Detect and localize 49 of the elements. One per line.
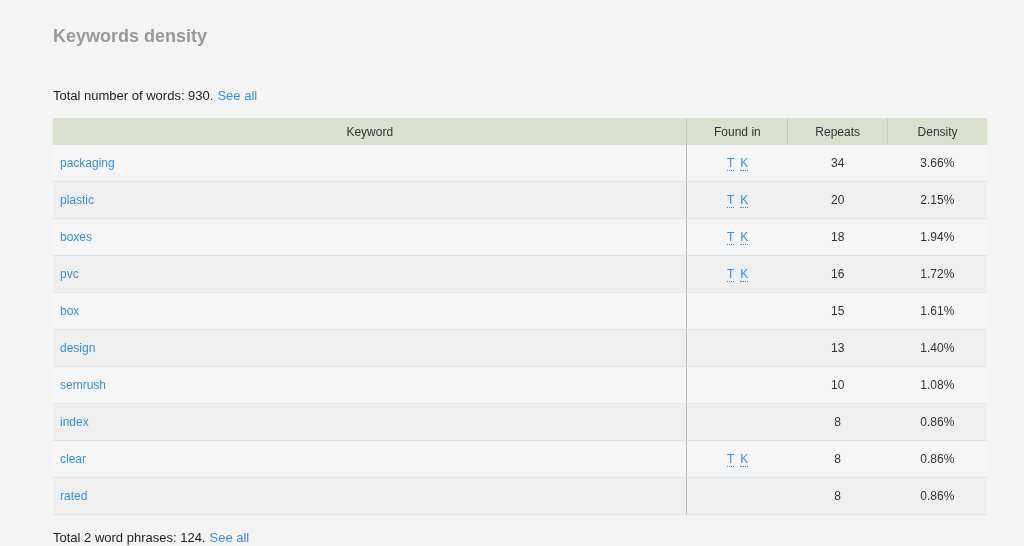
found-in-link[interactable]: K	[740, 267, 749, 282]
table-cell: 18	[787, 218, 888, 256]
table-cell: 1.72%	[887, 255, 987, 293]
word-count-text: Total number of words: 930.	[53, 88, 214, 103]
keyword-link[interactable]: packaging	[60, 156, 115, 170]
found-in-link[interactable]: T	[726, 193, 735, 208]
table-cell: 34	[787, 145, 888, 182]
keyword-link[interactable]: clear	[60, 452, 86, 466]
section-title: Keywords density	[53, 26, 209, 46]
table-cell: 20	[787, 181, 888, 219]
table-cell: 8	[787, 403, 888, 441]
table-cell: 8	[787, 440, 888, 478]
table-cell: 15	[787, 292, 888, 330]
table-cell: 1.94%	[887, 218, 987, 256]
keyword-link[interactable]: pvc	[60, 267, 79, 281]
column-header: Keyword	[53, 118, 687, 145]
table-cell: 0.86%	[887, 403, 987, 441]
phrase-count-text: Total 2 word phrases: 124.	[53, 530, 206, 545]
keyword-link[interactable]: plastic	[60, 193, 94, 207]
keyword-link[interactable]: boxes	[60, 230, 93, 244]
table-cell: 8	[787, 477, 888, 515]
column-header: Repeats	[787, 118, 888, 145]
table-cell: 16	[787, 255, 888, 293]
table-cell: 1.61%	[887, 292, 987, 330]
table-cell: 0.86%	[887, 440, 987, 478]
found-in-link[interactable]: K	[740, 452, 749, 467]
keyword-link[interactable]: rated	[60, 489, 88, 503]
table-cell: 2.15%	[887, 181, 987, 219]
found-in-link[interactable]: T	[726, 452, 735, 467]
found-in-link[interactable]: K	[740, 230, 749, 245]
found-in-link[interactable]: T	[726, 230, 735, 245]
found-in-link[interactable]: K	[740, 193, 749, 208]
see-all-link[interactable]: See all	[209, 530, 250, 545]
table-cell: 10	[787, 366, 888, 404]
table-cell: 3.66%	[887, 145, 987, 182]
table-cell: 1.08%	[887, 366, 987, 404]
keyword-link[interactable]: index	[60, 415, 89, 429]
keyword-link[interactable]: semrush	[60, 378, 106, 392]
table-cell: 1.40%	[887, 329, 987, 367]
found-in-link[interactable]: T	[726, 156, 735, 171]
column-header: Density	[887, 118, 987, 145]
column-header: Found in	[686, 118, 788, 145]
keyword-link[interactable]: box	[60, 304, 80, 318]
see-all-link[interactable]: See all	[217, 88, 258, 103]
found-in-link[interactable]: K	[740, 156, 749, 171]
found-in-link[interactable]: T	[726, 267, 735, 282]
table-cell: 13	[787, 329, 888, 367]
keyword-link[interactable]: design	[60, 341, 96, 355]
table-cell: 0.86%	[887, 477, 987, 515]
